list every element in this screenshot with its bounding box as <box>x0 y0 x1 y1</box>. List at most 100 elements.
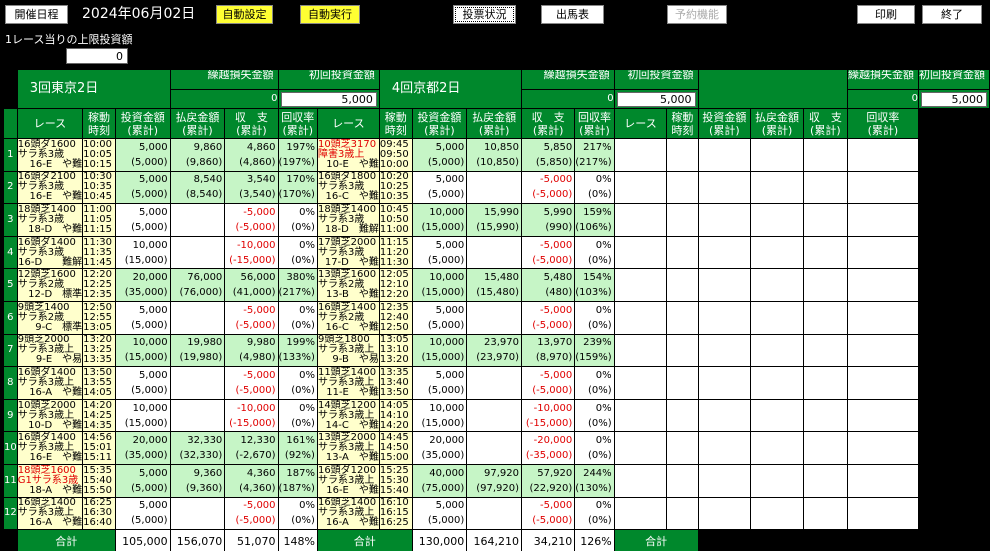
race-times: 14:56 15:01 15:11 <box>82 431 116 465</box>
total-label: 合計 <box>16 529 116 551</box>
auto-setting-button[interactable]: 自動設定 <box>216 5 273 24</box>
invest-cell: 10,000 (15,000) <box>411 268 468 302</box>
rate-line: 170% <box>286 174 315 186</box>
rate-cell: 0% (0%) <box>277 496 318 531</box>
invest-line: (35,000) <box>421 450 465 462</box>
payout-cell: 8,540 (8,540) <box>169 170 226 205</box>
balance-cell: 5,480 (480) <box>521 268 576 302</box>
invest-cell: 5,000 (5,000) <box>411 300 468 335</box>
schedule-button[interactable]: 開催日程 <box>5 5 68 24</box>
payout-line <box>468 253 519 268</box>
race-number: 12 <box>3 496 18 531</box>
race-info[interactable]: 17頭芝2000 サラ系3歳 17-D や難 <box>316 235 380 270</box>
payout-line <box>468 303 519 318</box>
race-info[interactable]: 11頭芝1400 サラ系3歳上 11-E や難 <box>316 366 380 400</box>
race-info[interactable]: 14頭芝1200 サラ系3歳上 14-C や難 <box>316 398 380 433</box>
rate-line: (133%) <box>278 352 315 364</box>
race-info[interactable]: 16頭ダ1600 サラ系3歳 16-E や難 <box>16 138 84 172</box>
payout-line: 15,480 <box>484 272 520 284</box>
race-info[interactable]: 10頭芝3170 障害3歳上 10-E や難 <box>316 138 380 172</box>
payout-line: 10,850 <box>484 141 520 153</box>
payout-cell <box>466 398 523 433</box>
rate-cell: 0% (0%) <box>277 398 318 433</box>
balance-line: 5,850 <box>543 141 573 153</box>
race-info[interactable]: 18頭芝1600 G1サラ系3歳 18-A や難 <box>16 463 84 498</box>
limit-input[interactable]: 0 <box>66 48 128 64</box>
initial-amount-input[interactable]: 5,000 <box>280 91 377 107</box>
initial-amount-input[interactable]: 5,000 <box>921 91 987 107</box>
race-number: 9 <box>3 398 18 433</box>
empty-cell <box>697 268 752 302</box>
col-payout-header: 払戻金額 (累計) <box>466 108 523 139</box>
rate-cell: 0% (0%) <box>277 366 318 400</box>
balance-line: -5,000 <box>540 174 573 186</box>
empty-cell <box>750 496 804 531</box>
auto-run-button[interactable]: 自動実行 <box>300 5 360 24</box>
empty-cell <box>802 398 848 433</box>
payout-line: (10,850) <box>476 156 520 168</box>
invest-line: (35,000) <box>124 287 168 299</box>
empty-cell <box>846 431 920 465</box>
col-balance-header-line: (累計) <box>532 123 564 137</box>
exit-button[interactable]: 終了 <box>922 5 982 24</box>
race-number: 8 <box>3 366 18 400</box>
race-info[interactable]: 16頭芝1400 サラ系3歳上 16-A や難 <box>316 496 380 531</box>
race-info[interactable]: 16頭ダ1400 サラ系3歳上 16-A や難 <box>16 366 84 400</box>
race-info-line: 16-A や難 <box>29 517 83 529</box>
race-info[interactable]: 16頭芝1400 サラ系3歳上 16-A や難 <box>16 496 84 531</box>
reservation-button[interactable]: 予約機能 <box>667 5 727 24</box>
race-time-line: 14:35 <box>83 419 112 431</box>
race-info[interactable]: 16頭芝1400 サラ系2歳 16-C や難 <box>316 300 380 335</box>
balance-line: -10,000 <box>533 402 573 414</box>
rate-cell: 199% (133%) <box>277 333 318 368</box>
race-times: 15:35 15:40 15:50 <box>82 463 116 498</box>
balance-line: 13,970 <box>537 337 573 349</box>
race-info[interactable]: 12頭芝1600 サラ系2歳 12-D 標準 <box>16 268 84 302</box>
initial-amount-input[interactable]: 5,000 <box>616 91 696 107</box>
payout-line <box>171 498 222 513</box>
payout-line <box>171 238 222 253</box>
balance-line: -5,000 <box>243 206 276 218</box>
entries-button[interactable]: 出馬表 <box>541 5 604 24</box>
empty-cell <box>666 463 699 498</box>
race-info[interactable]: 9頭芝1800 サラ系3歳上 9-B や易 <box>316 333 380 368</box>
balance-line: -5,000 <box>243 304 276 316</box>
race-info[interactable]: 18頭芝1400 サラ系3歳 18-D や難 <box>16 203 84 237</box>
empty-cell <box>697 463 752 498</box>
race-time-line: 15:40 <box>379 484 409 496</box>
race-times: 13:05 13:10 13:20 <box>378 333 413 368</box>
rate-line: 0% <box>299 402 315 414</box>
rate-line: (0%) <box>291 515 315 527</box>
empty-cell <box>802 268 848 302</box>
race-info[interactable]: 16頭ダ1400 サラ系3歳 16-D 難解 <box>16 235 84 270</box>
vote-status-button[interactable]: 投票状況 <box>453 5 516 24</box>
invest-line: 5,000 <box>138 500 168 512</box>
total-invest <box>697 529 752 551</box>
print-button[interactable]: 印刷 <box>857 5 915 24</box>
race-info[interactable]: 13頭芝1600 サラ系2歳 13-B や難 <box>316 268 380 302</box>
race-info[interactable]: 16頭ダ2100 サラ系3歳 16-E や難 <box>16 170 84 205</box>
race-info[interactable]: 16頭ダ1400 サラ系3歳上 16-E や難 <box>16 431 84 465</box>
race-number: 1 <box>3 138 18 172</box>
race-info[interactable]: 13頭芝2000 サラ系3歳上 13-A や難 <box>316 431 380 465</box>
rate-line: (0%) <box>588 254 612 266</box>
balance-line: -5,000 <box>540 500 573 512</box>
invest-cell: 5,000 (5,000) <box>411 170 468 205</box>
race-info[interactable]: 16頭ダ1200 サラ系3歳上 16-E や難 <box>316 463 380 498</box>
balance-line: (-5,000) <box>235 384 276 396</box>
balance-line: 5,990 <box>543 206 573 218</box>
initial-label: 初回投資金額 <box>613 69 699 90</box>
invest-line: 10,000 <box>429 206 465 218</box>
race-info[interactable]: 9頭芝2000 サラ系3歳上 9-E や易 <box>16 333 84 368</box>
col-balance-header: 収 支 (累計) <box>802 108 848 139</box>
race-info[interactable]: 10頭芝2000 サラ系3歳上 10-D や難 <box>16 398 84 433</box>
invest-cell: 5,000 (5,000) <box>411 235 468 270</box>
race-info[interactable]: 18頭芝1400 サラ系3歳 18-D 難解 <box>316 203 380 237</box>
col-rate-header: 回収率 (累計) <box>277 108 318 139</box>
invest-cell: 5,000 (5,000) <box>114 366 171 400</box>
race-info[interactable]: 9頭芝1400 サラ系2歳 9-C 標準 <box>16 300 84 335</box>
invest-line: 10,000 <box>132 239 168 251</box>
invest-line: 5,000 <box>435 174 465 186</box>
race-time-line: 13:50 <box>379 386 409 398</box>
race-info[interactable]: 16頭ダ1800 サラ系3歳 16-C や難 <box>316 170 380 205</box>
